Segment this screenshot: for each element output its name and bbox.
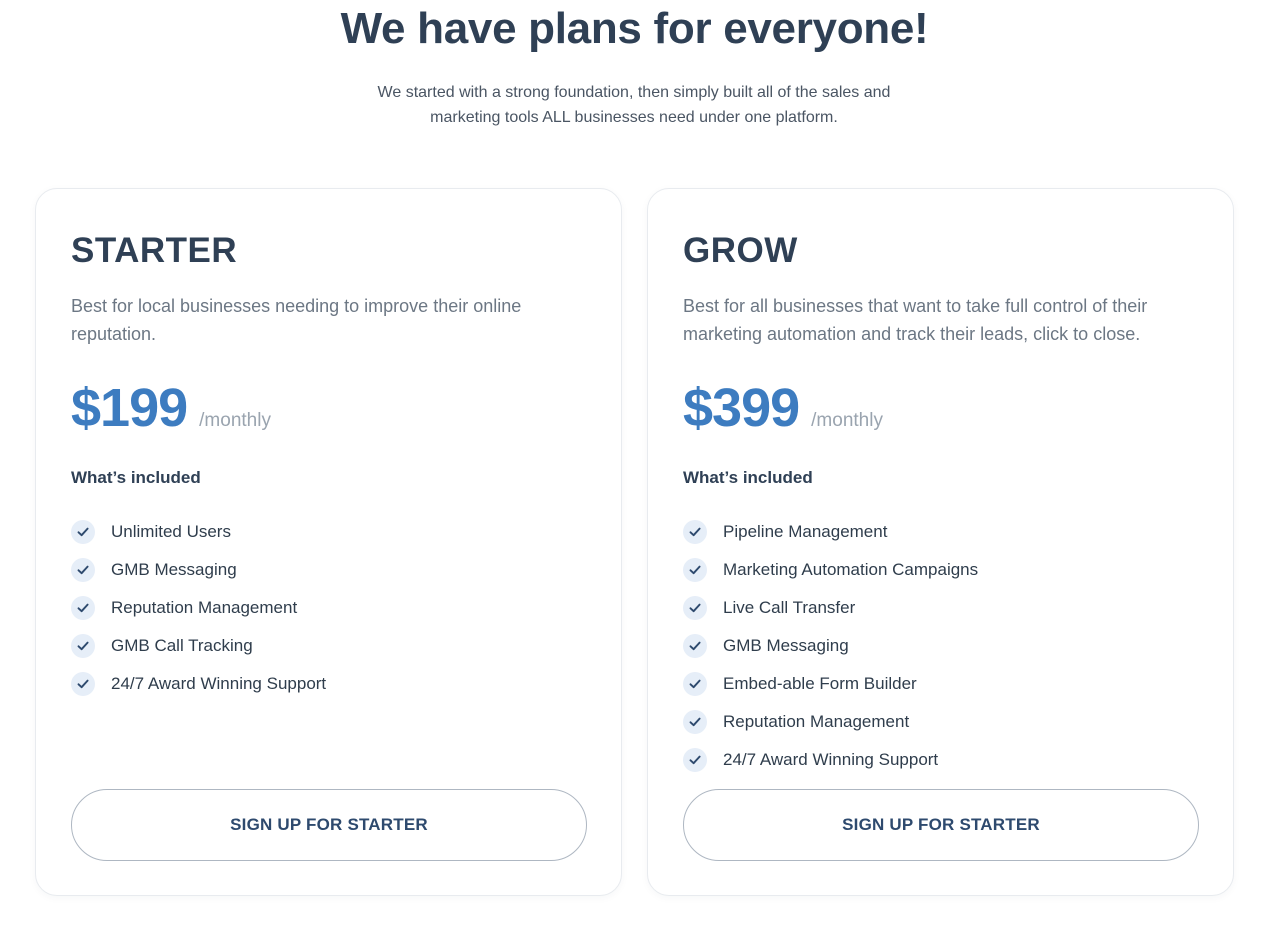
plan-description: Best for local businesses needing to imp… <box>71 296 522 344</box>
plan-price: $399 <box>683 378 800 438</box>
price-row: $199 /monthly <box>71 377 271 439</box>
feature-label: 24/7 Award Winning Support <box>723 750 939 769</box>
page-title: We have plans for everyone! <box>340 4 929 53</box>
plan-description: Best for all businesses that want to tak… <box>683 296 1148 344</box>
check-icon <box>71 672 95 696</box>
feature-label: Reputation Management <box>111 598 298 617</box>
price-row: $399 /monthly <box>683 377 883 439</box>
included-label: What’s included <box>71 468 201 487</box>
feature-label: 24/7 Award Winning Support <box>111 674 327 693</box>
check-icon <box>71 634 95 658</box>
plan-card-starter: STARTER Best for local businesses needin… <box>35 188 622 896</box>
check-icon <box>71 596 95 620</box>
feature-item: 24/7 Award Winning Support <box>683 741 978 779</box>
sign-up-starter-button[interactable]: SIGN UP FOR STARTER <box>71 789 587 861</box>
check-icon <box>683 596 707 620</box>
plan-name: GROW <box>683 231 798 270</box>
feature-label: Unlimited Users <box>111 522 231 541</box>
feature-label: GMB Messaging <box>723 636 849 655</box>
feature-label: Pipeline Management <box>723 522 888 541</box>
sign-up-grow-button[interactable]: SIGN UP FOR STARTER <box>683 789 1199 861</box>
feature-item: Reputation Management <box>71 589 326 627</box>
feature-item: Embed-able Form Builder <box>683 665 978 703</box>
feature-item: Reputation Management <box>683 703 978 741</box>
check-icon <box>683 710 707 734</box>
feature-label: Embed-able Form Builder <box>723 674 917 693</box>
feature-label: Marketing Automation Campaigns <box>723 560 979 579</box>
plan-card-grow: GROW Best for all businesses that want t… <box>647 188 1234 896</box>
feature-item: GMB Messaging <box>71 551 326 589</box>
plan-period: /monthly <box>811 410 883 431</box>
feature-item: Pipeline Management <box>683 513 978 551</box>
check-icon <box>683 672 707 696</box>
feature-label: GMB Call Tracking <box>111 636 253 655</box>
check-icon <box>71 558 95 582</box>
feature-item: Live Call Transfer <box>683 589 978 627</box>
pricing-section: We have plans for everyone! We started w… <box>0 0 1269 935</box>
feature-item: GMB Call Tracking <box>71 627 326 665</box>
subtitle-line-1: We started with a strong foundation, the… <box>377 84 891 101</box>
check-icon <box>683 520 707 544</box>
feature-label: GMB Messaging <box>111 560 237 579</box>
plan-period: /monthly <box>199 410 271 431</box>
check-icon <box>71 520 95 544</box>
included-label: What’s included <box>683 468 813 487</box>
page-subtitle: We started with a strong foundation, the… <box>334 80 934 130</box>
check-icon <box>683 634 707 658</box>
subtitle-line-2: marketing tools ALL businesses need unde… <box>430 109 838 126</box>
check-icon <box>683 558 707 582</box>
feature-item: Marketing Automation Campaigns <box>683 551 978 589</box>
plan-price: $199 <box>71 378 188 438</box>
feature-item: 24/7 Award Winning Support <box>71 665 326 703</box>
feature-list: Pipeline Management Marketing Automation … <box>683 513 978 779</box>
feature-item: Unlimited Users <box>71 513 326 551</box>
plan-name: STARTER <box>71 231 238 270</box>
feature-item: GMB Messaging <box>683 627 978 665</box>
feature-label: Live Call Transfer <box>723 598 856 617</box>
check-icon <box>683 748 707 772</box>
feature-list: Unlimited Users GMB Messaging Reputation M… <box>71 513 326 703</box>
feature-label: Reputation Management <box>723 712 910 731</box>
